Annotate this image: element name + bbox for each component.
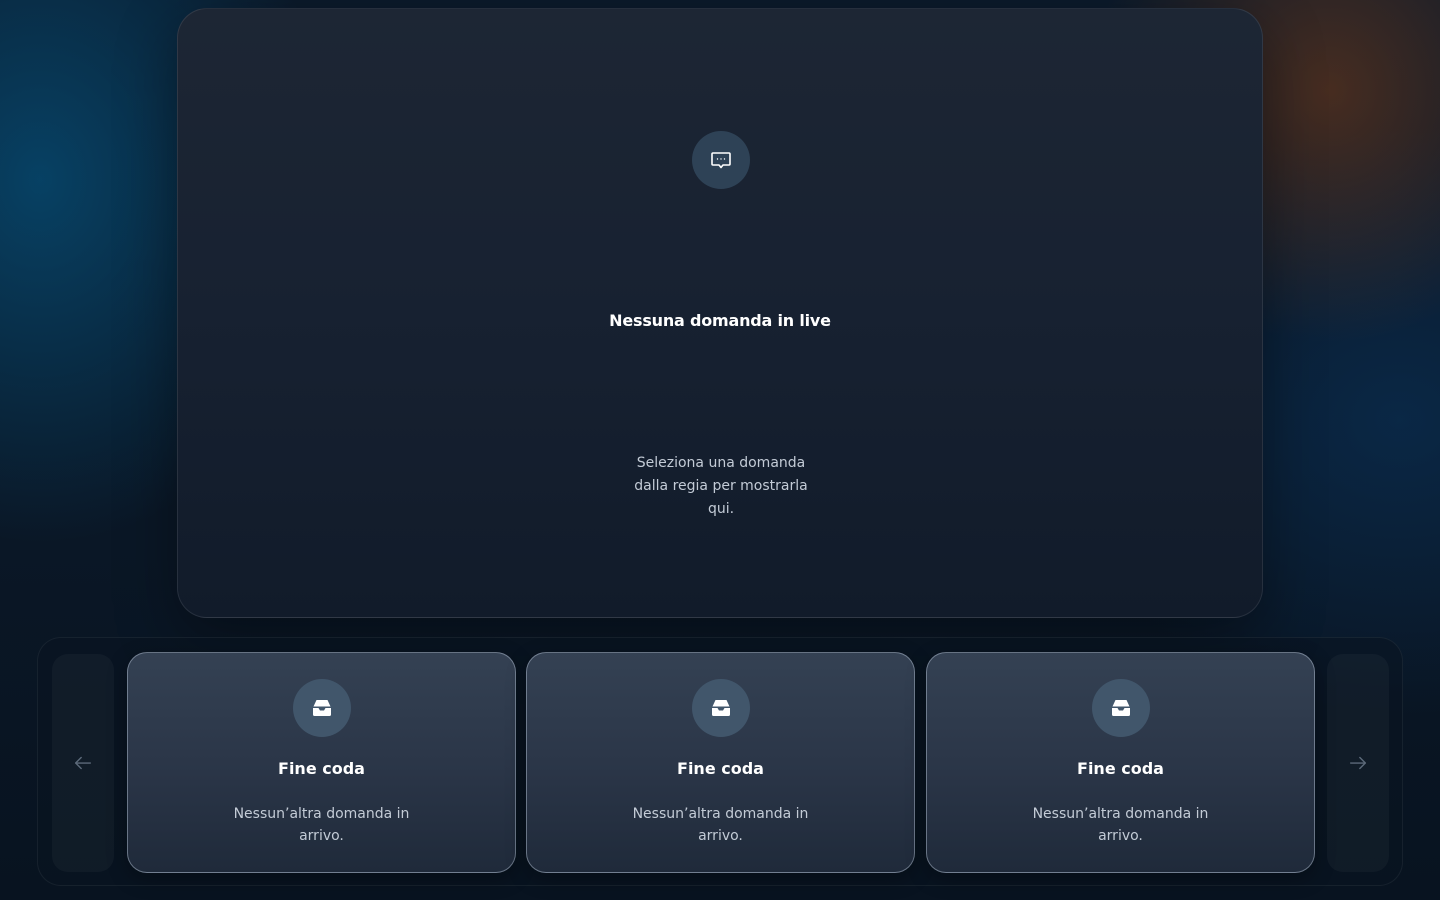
queue-card[interactable]: Fine coda Nessun’altra domanda in arrivo… <box>127 652 516 873</box>
queue-card-title: Fine coda <box>677 759 764 778</box>
queue-card[interactable]: Fine coda Nessun’altra domanda in arrivo… <box>926 652 1315 873</box>
chat-bubble-icon <box>692 131 750 189</box>
queue-card[interactable]: Fine coda Nessun’altra domanda in arrivo… <box>526 652 915 873</box>
live-question-title: Nessuna domanda in live <box>609 311 831 330</box>
queue-card-subtitle: Nessun’altra domanda in arrivo. <box>632 806 809 844</box>
question-queue: Fine coda Nessun’altra domanda in arrivo… <box>37 637 1403 886</box>
inbox-icon <box>1091 679 1150 737</box>
queue-card-subtitle: Nessun’altra domanda in arrivo. <box>1032 806 1209 844</box>
queue-prev-button[interactable] <box>52 654 114 872</box>
queue-next-button[interactable] <box>1327 654 1389 872</box>
live-question-hint: Seleziona una domanda dalla regia per mo… <box>634 455 808 517</box>
queue-card-subtitle: Nessun’altra domanda in arrivo. <box>233 806 410 844</box>
inbox-icon <box>691 679 750 737</box>
live-question-panel: Nessuna domanda in live Seleziona una do… <box>177 8 1263 618</box>
arrow-left-icon <box>74 756 92 770</box>
queue-card-title: Fine coda <box>278 759 365 778</box>
inbox-icon <box>292 679 351 737</box>
queue-card-title: Fine coda <box>1077 759 1164 778</box>
arrow-right-icon <box>1349 756 1367 770</box>
